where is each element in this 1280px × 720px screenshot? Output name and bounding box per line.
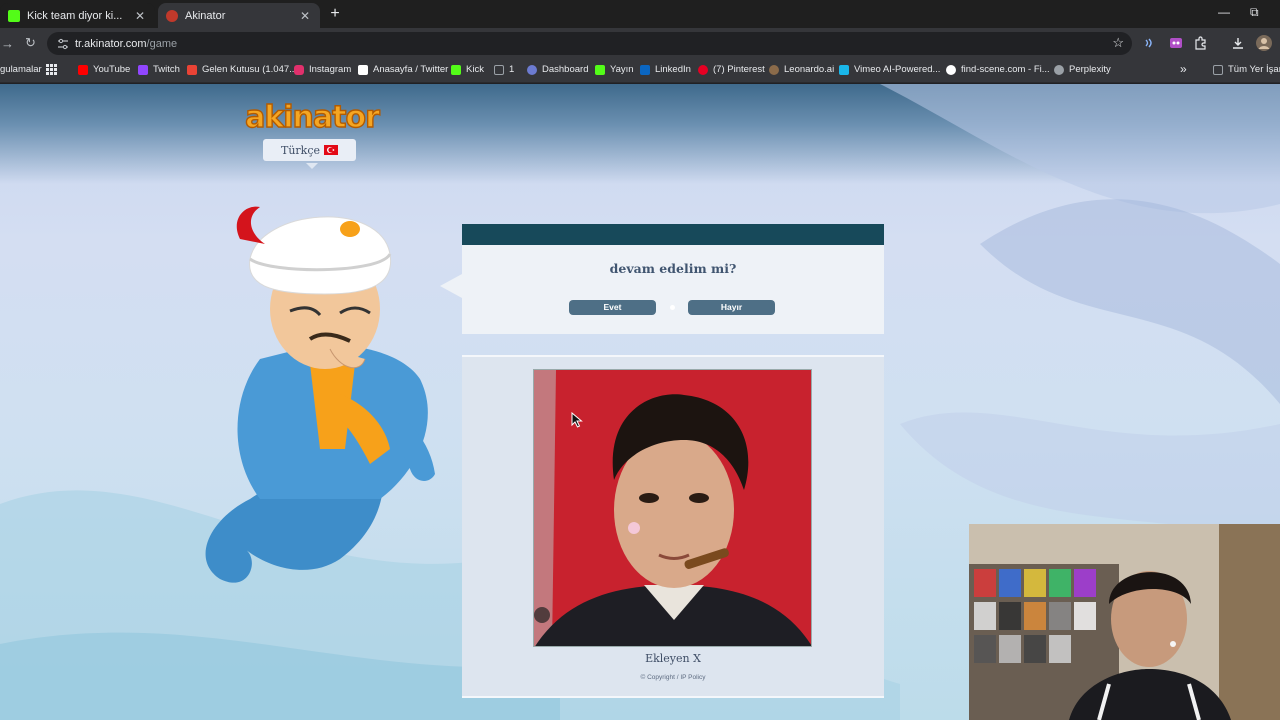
bookmark-star-icon[interactable]: ☆	[1112, 35, 1124, 51]
tab-akinator[interactable]: Akinator ✕	[158, 3, 320, 28]
bookmark-leonardo[interactable]: Leonardo.ai	[769, 64, 834, 75]
bookmark-find-scene[interactable]: find-scene.com - Fi...	[946, 64, 1050, 75]
instagram-icon	[294, 64, 304, 75]
proposal-panel: Ekleyen X © Copyright / IP Policy	[462, 355, 884, 698]
no-button[interactable]: Hayır	[688, 300, 775, 315]
bookmark-perplexity[interactable]: Perplexity	[1054, 64, 1111, 75]
tab-title: Kick team diyor ki...	[27, 9, 123, 22]
vimeo-icon	[839, 64, 849, 75]
bookmark-label: gulamalar	[0, 64, 42, 75]
language-label: Türkçe	[280, 143, 320, 157]
leonardo-icon	[769, 64, 779, 75]
forward-button[interactable]: →	[1, 36, 14, 51]
bookmarks-bar: gulamalar YouTube Twitch Gelen Kutusu (1…	[0, 59, 1280, 83]
pinterest-icon	[698, 64, 708, 75]
bookmark-dashboard[interactable]: Dashboard	[527, 64, 588, 75]
bookmark-yayin[interactable]: Yayın	[595, 64, 634, 75]
bookmark-youtube[interactable]: YouTube	[78, 64, 130, 75]
bookmark-twitter[interactable]: Anasayfa / Twitter	[358, 64, 448, 75]
kick-icon	[451, 64, 461, 75]
photo-caption: Ekleyen X	[645, 652, 701, 665]
yes-button[interactable]: Evet	[569, 300, 656, 315]
bookmark-label: (7) Pinterest	[713, 64, 765, 75]
puzzle-icon[interactable]	[1194, 36, 1208, 50]
browser-toolbar: → ↻ tr.akinator.com /game ☆	[0, 28, 1280, 59]
bookmark-all[interactable]: Tüm Yer İşareti	[1213, 64, 1280, 75]
bookmark-label: 1	[509, 64, 515, 75]
download-icon[interactable]	[1231, 36, 1245, 50]
bookmark-label: YouTube	[93, 64, 131, 75]
bookmark-folder[interactable]: 1	[494, 64, 514, 75]
language-selector[interactable]: Türkçe	[263, 139, 356, 161]
x-twitter-icon	[358, 64, 368, 75]
twitch-icon	[138, 64, 148, 75]
svg-text:akinator: akinator	[245, 100, 380, 135]
audio-extension-icon[interactable]	[1143, 36, 1157, 50]
tab-kick[interactable]: Kick team diyor ki... ✕	[0, 3, 155, 28]
bookmark-label: Leonardo.ai	[784, 64, 835, 75]
folder-icon	[494, 64, 504, 75]
akinator-favicon-icon	[166, 9, 178, 22]
perplexity-icon	[1054, 64, 1064, 75]
extension-icon[interactable]	[1169, 36, 1183, 50]
bookmark-label: Tüm Yer İşareti	[1228, 64, 1280, 75]
bookmark-apps[interactable]: gulamalar	[0, 64, 42, 75]
question-box: devam edelim mi? Evet Hayır	[462, 245, 884, 334]
gmail-icon	[187, 64, 197, 75]
bookmark-gmail[interactable]: Gelen Kutusu (1.047...	[187, 64, 297, 75]
akinator-genie-illustration	[205, 206, 435, 583]
bookmarks-overflow-button[interactable]: »	[1180, 62, 1187, 76]
restore-button[interactable]: ⧉	[1250, 5, 1259, 20]
bookmark-label: Vimeo AI-Powered...	[854, 64, 941, 75]
streamer-webcam-overlay	[969, 524, 1280, 720]
bookmark-linkedin[interactable]: LinkedIn	[640, 64, 691, 75]
address-bar[interactable]: tr.akinator.com /game ☆	[47, 32, 1132, 55]
bookmark-label: Kick	[466, 64, 484, 75]
question-text: devam edelim mi?	[609, 261, 737, 276]
tab-strip: Kick team diyor ki... ✕ Akinator ✕ + — ⧉	[0, 0, 1280, 28]
bookmark-label: find-scene.com - Fi...	[961, 64, 1050, 75]
find-scene-icon	[946, 64, 956, 75]
site-info-icon[interactable]	[57, 38, 69, 50]
reload-button[interactable]: ↻	[25, 35, 36, 51]
apps-grid-icon[interactable]	[46, 64, 57, 75]
bookmark-twitch[interactable]: Twitch	[138, 64, 180, 75]
chevron-down-icon	[306, 163, 318, 169]
bookmark-pinterest[interactable]: (7) Pinterest	[698, 64, 765, 75]
minimize-button[interactable]: —	[1218, 5, 1230, 19]
speech-pointer	[440, 274, 462, 298]
profile-avatar-icon[interactable]	[1256, 35, 1272, 51]
proposal-photo	[533, 369, 812, 647]
bookmark-label: Instagram	[309, 64, 352, 75]
bookmark-kick[interactable]: Kick	[451, 64, 484, 75]
bookmark-label: Gelen Kutusu (1.047...	[202, 64, 298, 75]
url-host: tr.akinator.com	[75, 37, 147, 50]
url-path: /game	[146, 37, 178, 50]
linkedin-icon	[640, 64, 650, 75]
separator-dot	[670, 305, 675, 310]
folder-icon	[1213, 64, 1223, 75]
bookmark-label: Dashboard	[542, 64, 589, 75]
tab-title: Akinator	[185, 9, 226, 22]
akinator-logo[interactable]: akinator	[238, 96, 386, 136]
mouse-cursor-icon	[571, 412, 583, 428]
bookmark-label: LinkedIn	[655, 64, 691, 75]
youtube-icon	[78, 64, 88, 75]
bookmark-label: Twitch	[153, 64, 180, 75]
bookmark-label: Perplexity	[1069, 64, 1111, 75]
question-header-bar	[462, 224, 884, 245]
close-icon[interactable]: ✕	[298, 9, 312, 23]
bookmark-label: Yayın	[610, 64, 634, 75]
new-tab-button[interactable]: +	[326, 5, 344, 23]
turkey-flag-icon	[324, 145, 338, 155]
kick-icon	[595, 64, 605, 75]
bookmark-vimeo[interactable]: Vimeo AI-Powered...	[839, 64, 940, 75]
kick-favicon-icon	[8, 9, 20, 22]
bookmark-instagram[interactable]: Instagram	[294, 64, 351, 75]
bookmark-label: Anasayfa / Twitter	[373, 64, 449, 75]
dashboard-icon	[527, 64, 537, 75]
copyright-link[interactable]: © Copyright / IP Policy	[462, 674, 884, 681]
close-icon[interactable]: ✕	[133, 9, 147, 23]
